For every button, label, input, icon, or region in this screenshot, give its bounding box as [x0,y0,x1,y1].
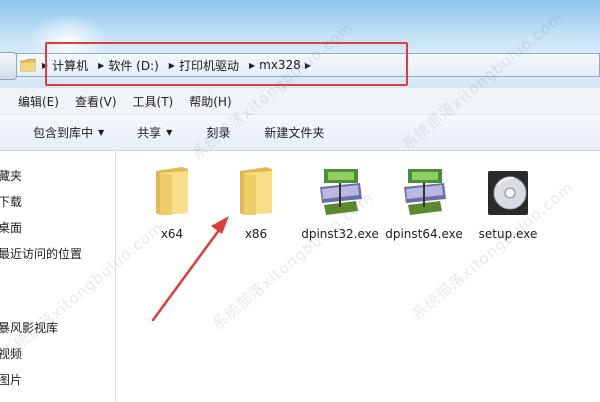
menu-bar: 编辑(E) 查看(V) 工具(T) 帮助(H) [0,88,600,115]
new-folder-button[interactable]: 新建文件夹 [264,124,324,141]
file-item-x86[interactable]: x86 [216,161,296,243]
sidebar-item-favorites[interactable]: 藏夹 [0,167,22,184]
sidebar-item-desktop[interactable]: 桌面 [0,219,22,236]
new-folder-label: 新建文件夹 [264,126,325,140]
file-name: x86 [244,227,268,241]
command-toolbar: 包含到库中 ▼ 共享 ▼ 刻录 新建文件夹 [0,115,600,151]
menu-edit[interactable]: 编辑(E) [0,93,67,110]
sidebar-item-pictures[interactable]: 图片 [0,371,22,388]
share-label: 共享 [137,126,162,140]
share-button[interactable]: 共享 ▼ [137,124,172,141]
setup-disc-icon [468,161,548,217]
burn-button[interactable]: 刻录 [206,124,230,141]
file-item-x64[interactable]: x64 [132,161,212,243]
chevron-down-icon: ▼ [98,128,105,137]
include-in-library-button[interactable]: 包含到库中 ▼ [33,124,104,141]
burn-label: 刻录 [206,126,231,140]
file-name: setup.exe [478,227,538,241]
navigation-pane: 藏夹 下载 桌面 最近访问的位置 暴风影视库 视频 图片 [0,151,116,402]
include-in-library-label: 包含到库中 [33,126,94,140]
chevron-down-icon: ▼ [166,128,173,137]
file-item-setup[interactable]: setup.exe [468,161,548,243]
menu-view[interactable]: 查看(V) [67,93,125,110]
installer-icon [384,161,464,217]
sidebar-item-downloads[interactable]: 下载 [0,193,22,210]
sidebar-item-video-library[interactable]: 暴风影视库 [0,319,58,336]
folder-icon [216,161,296,217]
address-highlight-annotation [45,42,408,86]
folder-icon [132,161,212,217]
installer-icon [300,161,380,217]
sidebar-item-videos[interactable]: 视频 [0,345,22,362]
menu-tools[interactable]: 工具(T) [125,93,182,110]
file-item-dpinst64[interactable]: dpinst64.exe [384,161,464,243]
menu-help[interactable]: 帮助(H) [181,93,239,110]
file-name: dpinst64.exe [385,227,463,241]
folder-icon [17,58,39,72]
file-item-dpinst32[interactable]: dpinst32.exe [300,161,380,243]
back-button-edge[interactable] [0,52,17,80]
sidebar-item-recent-places[interactable]: 最近访问的位置 [0,245,82,262]
file-name: x64 [160,227,184,241]
file-list-pane: x64 x86 dpinst32.exe dpinst64.exe setup.… [116,151,600,402]
file-name: dpinst32.exe [301,227,379,241]
